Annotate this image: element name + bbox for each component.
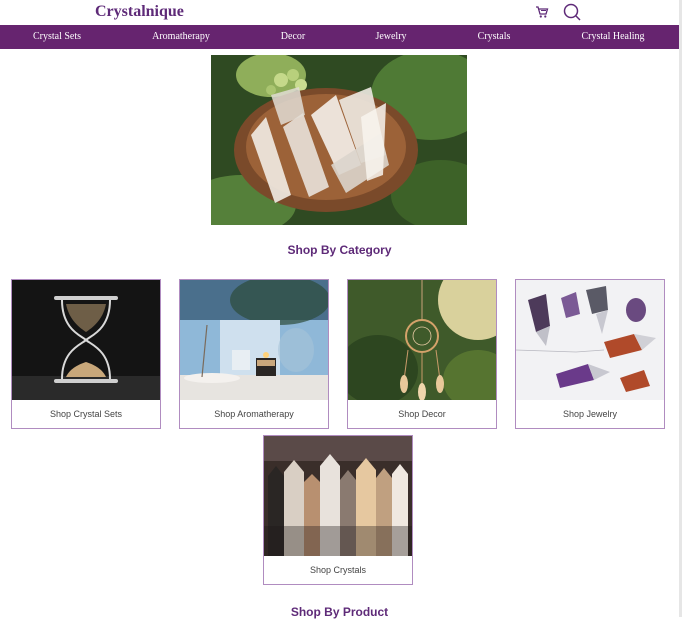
category-card-label: Shop Decor [398,409,446,419]
category-card-label: Shop Jewelry [562,409,618,419]
crystal-points-image [264,436,412,556]
category-card-jewelry[interactable]: Shop Jewelry [515,279,665,429]
nav-item-decor[interactable]: Decor [281,25,305,49]
search-icon[interactable] [562,2,582,22]
category-card-aromatherapy[interactable]: Shop Aromatherapy [179,279,329,429]
main-nav: Crystal Sets Aromatherapy Decor Jewelry … [0,25,679,49]
section-title-category: Shop By Category [287,243,392,257]
category-card-label: Shop Crystals [309,565,367,575]
dreamcatcher-image [348,280,496,400]
pendulums-image [516,280,664,400]
hero-image [211,55,467,225]
category-card-label: Shop Crystal Sets [49,409,123,419]
nav-item-jewelry[interactable]: Jewelry [375,25,406,49]
cart-icon[interactable] [535,5,549,19]
nav-item-aromatherapy[interactable]: Aromatherapy [152,25,210,49]
brand-logo[interactable]: Crystalnique [95,3,184,21]
category-card-decor[interactable]: Shop Decor [347,279,497,429]
category-card-crystal-sets[interactable]: Shop Crystal Sets [11,279,161,429]
candle-image [180,280,328,400]
nav-item-crystals[interactable]: Crystals [478,25,511,49]
hourglass-image [12,280,160,400]
category-card-label: Shop Aromatherapy [214,409,294,419]
nav-item-crystal-healing[interactable]: Crystal Healing [581,25,644,49]
category-card-crystals[interactable]: Shop Crystals [263,435,413,585]
nav-item-crystal-sets[interactable]: Crystal Sets [33,25,81,49]
